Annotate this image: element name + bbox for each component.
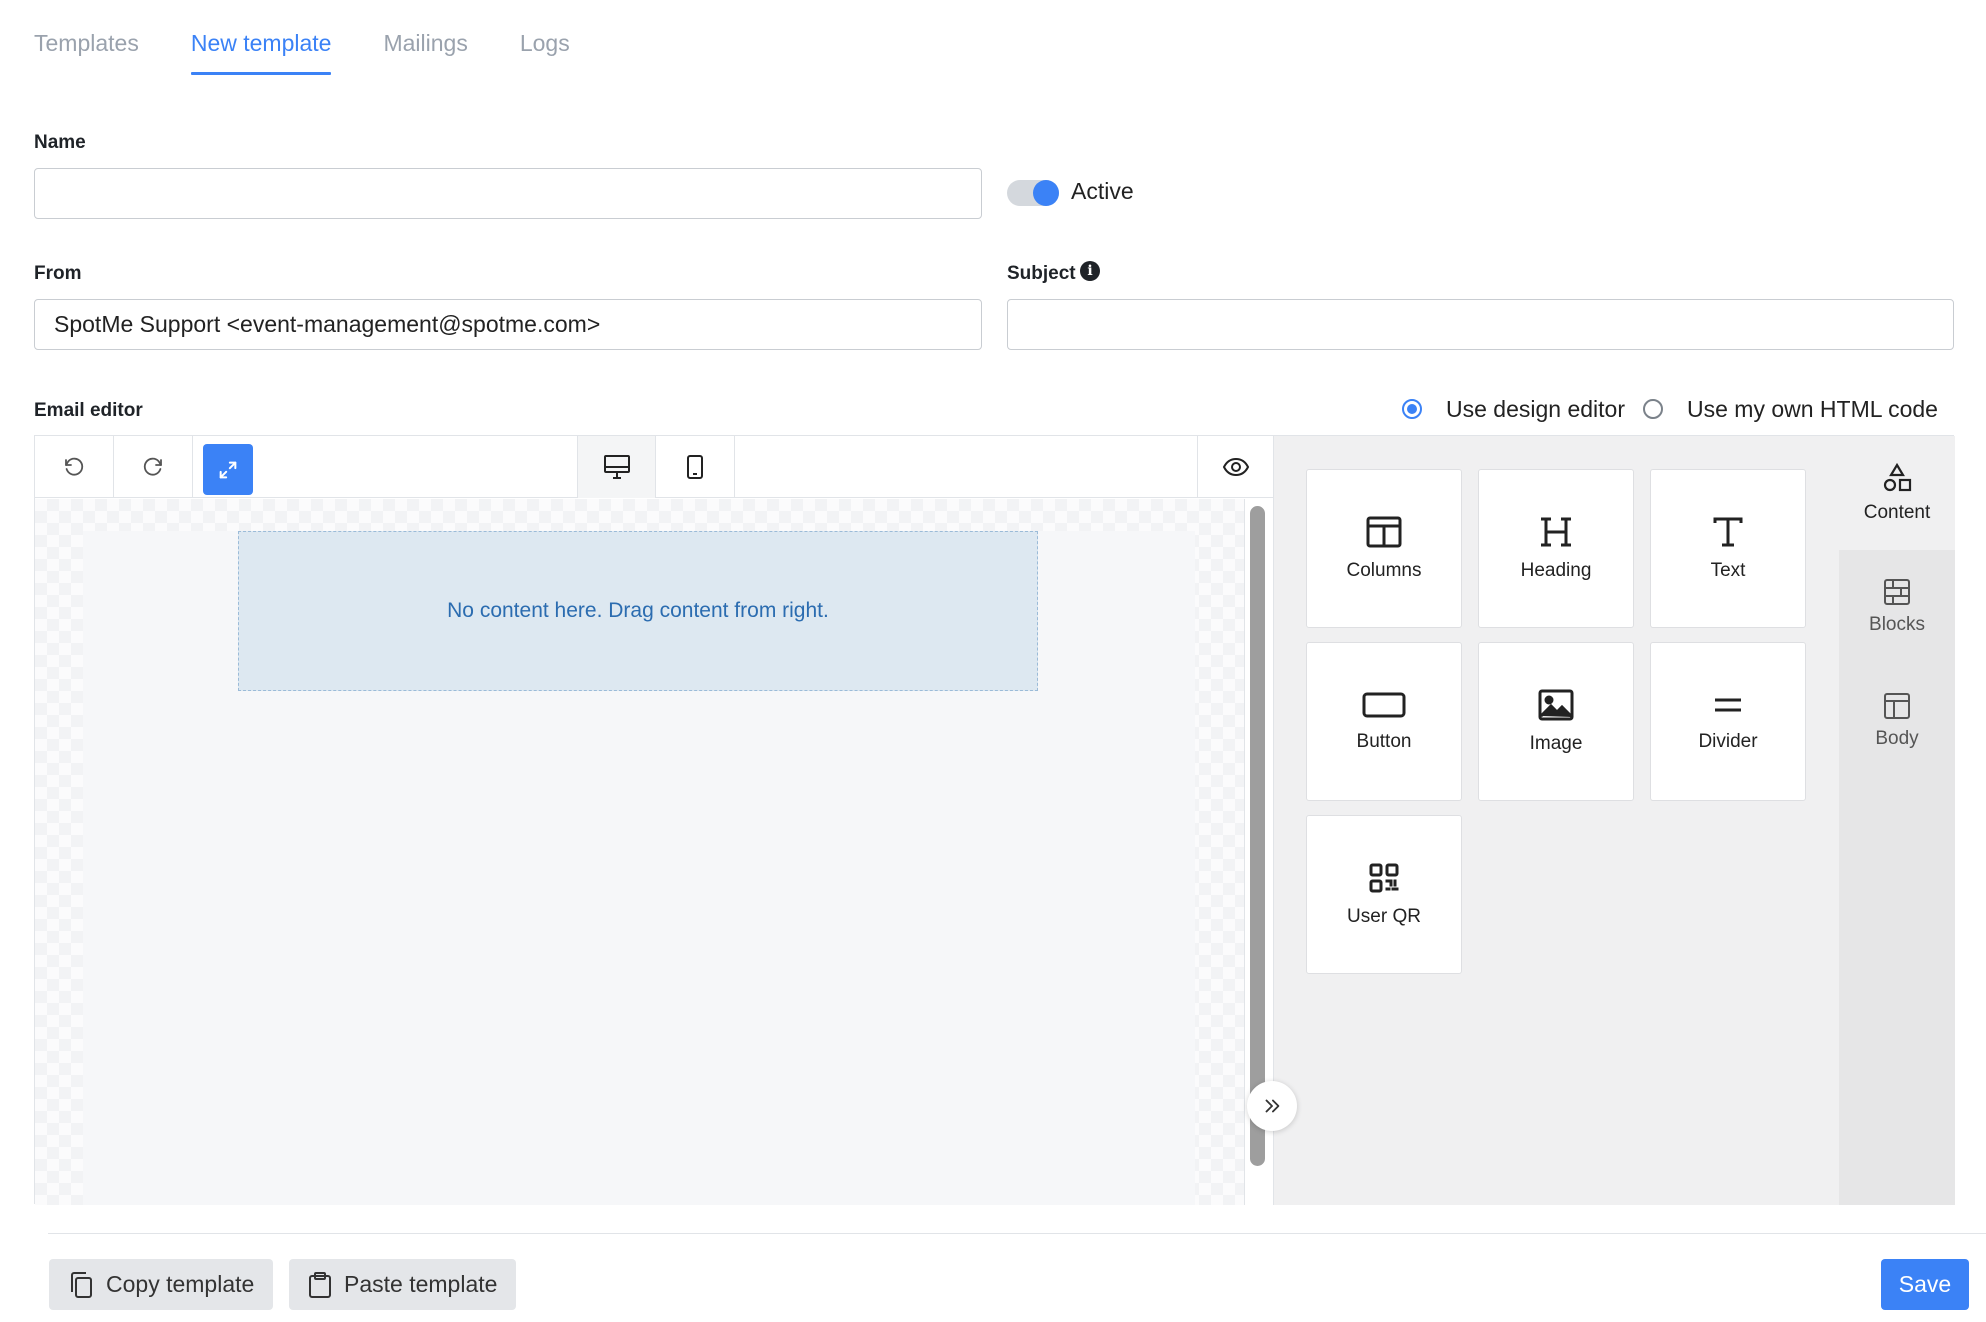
- content-tile-user-qr[interactable]: User QR: [1306, 815, 1462, 974]
- name-label: Name: [34, 132, 86, 153]
- eye-icon: [1222, 457, 1249, 477]
- toggle-knob: [1033, 180, 1059, 206]
- editor-canvas: No content here. Drag content from right…: [35, 499, 1244, 1205]
- body-layout-icon: [1884, 693, 1910, 719]
- email-editor: No content here. Drag content from right…: [34, 435, 1955, 1205]
- mobile-icon: [687, 455, 703, 479]
- email-editor-label: Email editor: [34, 400, 143, 421]
- active-toggle[interactable]: [1007, 180, 1059, 206]
- content-tile-text[interactable]: Text: [1650, 469, 1806, 628]
- email-body[interactable]: No content here. Drag content from right…: [83, 531, 1195, 1205]
- qr-code-icon: [1369, 863, 1399, 892]
- redo-icon: [143, 457, 162, 476]
- collapse-panel-button[interactable]: [1247, 1081, 1297, 1131]
- name-input[interactable]: [34, 168, 982, 219]
- tab-bar: Templates New template Mailings Logs: [34, 0, 570, 76]
- content-tile-button[interactable]: Button: [1306, 642, 1462, 801]
- undo-button[interactable]: [35, 436, 114, 498]
- tile-label: Columns: [1346, 559, 1422, 581]
- design-editor-radio-label: Use design editor: [1446, 395, 1625, 422]
- design-editor-radio[interactable]: [1402, 399, 1422, 419]
- content-tile-divider[interactable]: Divider: [1650, 642, 1806, 801]
- shapes-icon: [1883, 462, 1912, 492]
- sidebar-item-content[interactable]: Content: [1839, 436, 1955, 550]
- content-panel: Columns Heading Text Button Image Divide…: [1273, 436, 1839, 1205]
- editor-toolbar: [35, 436, 1273, 498]
- tab-new-template[interactable]: New template: [190, 0, 331, 76]
- text-icon: [1713, 517, 1743, 546]
- active-label: Active: [1071, 178, 1134, 204]
- copy-icon: [71, 1271, 92, 1298]
- sidebar-item-blocks[interactable]: Blocks: [1839, 550, 1955, 664]
- scrollbar[interactable]: [1250, 506, 1265, 1166]
- sidebar-item-body[interactable]: Body: [1839, 664, 1955, 778]
- clipboard-icon: [309, 1271, 331, 1298]
- html-code-option[interactable]: Use my own HTML code: [1643, 394, 1938, 424]
- tab-templates[interactable]: Templates: [34, 0, 139, 76]
- tile-label: Heading: [1520, 559, 1592, 581]
- copy-template-label: Copy template: [106, 1271, 255, 1297]
- undo-icon: [65, 457, 84, 476]
- fullscreen-button[interactable]: [203, 444, 253, 495]
- sidebar-label: Blocks: [1869, 614, 1925, 635]
- redo-button[interactable]: [114, 436, 193, 498]
- subject-input[interactable]: [1007, 299, 1954, 350]
- subject-label: Subject: [1007, 263, 1076, 284]
- blocks-icon: [1884, 579, 1910, 605]
- tile-label: Divider: [1698, 730, 1758, 752]
- button-icon: [1362, 692, 1406, 717]
- image-icon: [1538, 689, 1574, 720]
- from-label: From: [34, 263, 82, 284]
- tile-label: Text: [1710, 559, 1746, 581]
- save-button[interactable]: Save: [1881, 1259, 1969, 1310]
- tile-label: Button: [1356, 730, 1412, 752]
- from-input[interactable]: SpotMe Support <event-management@spotme.…: [34, 299, 982, 350]
- content-tile-columns[interactable]: Columns: [1306, 469, 1462, 628]
- tab-logs[interactable]: Logs: [520, 0, 570, 76]
- desktop-icon: [603, 455, 630, 479]
- chevrons-right-icon: [1265, 1099, 1280, 1113]
- editor-sidebar: Content Blocks Body: [1839, 436, 1955, 1205]
- heading-icon: [1541, 517, 1571, 546]
- tab-mailings[interactable]: Mailings: [383, 0, 467, 76]
- footer-divider: [48, 1233, 1986, 1234]
- tile-label: Image: [1529, 732, 1583, 754]
- desktop-view-button[interactable]: [577, 436, 656, 498]
- content-tile-heading[interactable]: Heading: [1478, 469, 1634, 628]
- html-code-radio[interactable]: [1643, 399, 1663, 419]
- info-icon[interactable]: i: [1080, 261, 1100, 281]
- mobile-view-button[interactable]: [656, 436, 735, 498]
- empty-drop-zone[interactable]: No content here. Drag content from right…: [238, 531, 1038, 691]
- copy-template-button[interactable]: Copy template: [49, 1259, 274, 1310]
- tile-label: User QR: [1347, 905, 1421, 927]
- html-code-radio-label: Use my own HTML code: [1687, 395, 1938, 422]
- design-editor-option[interactable]: Use design editor: [1402, 394, 1625, 424]
- sidebar-label: Body: [1875, 728, 1919, 749]
- paste-template-button[interactable]: Paste template: [289, 1259, 517, 1310]
- preview-button[interactable]: [1197, 436, 1273, 498]
- columns-icon: [1366, 516, 1402, 547]
- expand-icon: [219, 461, 237, 478]
- content-tile-image[interactable]: Image: [1478, 642, 1634, 801]
- paste-template-label: Paste template: [344, 1271, 498, 1297]
- divider-icon: [1715, 698, 1741, 711]
- sidebar-label: Content: [1863, 502, 1931, 523]
